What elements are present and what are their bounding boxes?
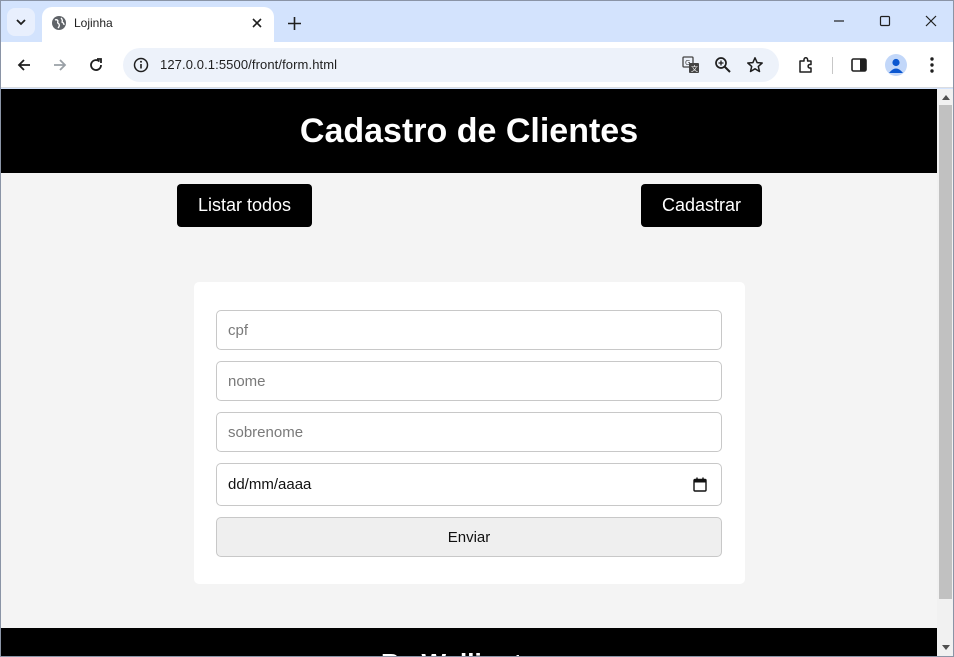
browser-tab[interactable]: Lojinha	[42, 7, 274, 42]
svg-text:文: 文	[691, 64, 698, 73]
extensions-icon[interactable]	[794, 53, 818, 77]
zoom-icon[interactable]	[712, 54, 734, 76]
birthdate-field[interactable]: dd/mm/aaaa	[216, 463, 722, 506]
date-value: dd/mm/aaaa	[228, 476, 312, 493]
menu-kebab-icon[interactable]	[920, 53, 944, 77]
browser-window: Lojinha 127.0.0.1:5500/front/form.html G…	[0, 0, 954, 657]
submit-button[interactable]: Enviar	[216, 517, 722, 557]
tab-search-icon[interactable]	[7, 8, 35, 36]
browser-toolbar: 127.0.0.1:5500/front/form.html G文	[1, 42, 953, 88]
close-window-icon[interactable]	[918, 9, 944, 33]
list-all-button[interactable]: Listar todos	[177, 184, 312, 227]
tab-strip: Lojinha	[1, 1, 953, 42]
maximize-icon[interactable]	[872, 9, 898, 33]
register-button[interactable]: Cadastrar	[641, 184, 762, 227]
toolbar-separator	[832, 57, 833, 74]
tab-title: Lojinha	[74, 16, 113, 30]
side-panel-icon[interactable]	[847, 53, 871, 77]
site-info-icon[interactable]	[130, 54, 152, 76]
page-footer: By Wellington	[1, 628, 937, 656]
forward-icon[interactable]	[48, 53, 72, 77]
calendar-icon[interactable]	[693, 477, 707, 492]
client-form: cpf nome sobrenome dd/mm/aaaa Enviar	[194, 282, 745, 584]
profile-avatar-icon[interactable]	[885, 54, 907, 76]
scroll-thumb[interactable]	[939, 105, 952, 599]
page-header: Cadastro de Clientes	[1, 89, 937, 173]
bookmark-star-icon[interactable]	[744, 54, 766, 76]
footer-text: By Wellington	[381, 648, 554, 656]
new-tab-icon[interactable]	[283, 12, 305, 34]
scroll-up-arrow-icon[interactable]	[937, 89, 953, 105]
address-bar[interactable]: 127.0.0.1:5500/front/form.html G文	[123, 48, 779, 82]
cpf-field[interactable]: cpf	[216, 310, 722, 350]
globe-icon	[51, 15, 67, 31]
minimize-icon[interactable]	[826, 9, 852, 33]
page-scrollbar[interactable]	[937, 89, 953, 656]
url-text: 127.0.0.1:5500/front/form.html	[160, 57, 338, 72]
scroll-down-arrow-icon[interactable]	[937, 640, 953, 656]
reload-icon[interactable]	[84, 53, 108, 77]
nome-field[interactable]: nome	[216, 361, 722, 401]
translate-icon[interactable]: G文	[680, 54, 702, 76]
sobrenome-field[interactable]: sobrenome	[216, 412, 722, 452]
close-icon[interactable]	[248, 14, 266, 32]
page-viewport: Cadastro de Clientes Listar todos Cadast…	[1, 89, 937, 656]
back-icon[interactable]	[12, 53, 36, 77]
page-title: Cadastro de Clientes	[299, 111, 639, 150]
